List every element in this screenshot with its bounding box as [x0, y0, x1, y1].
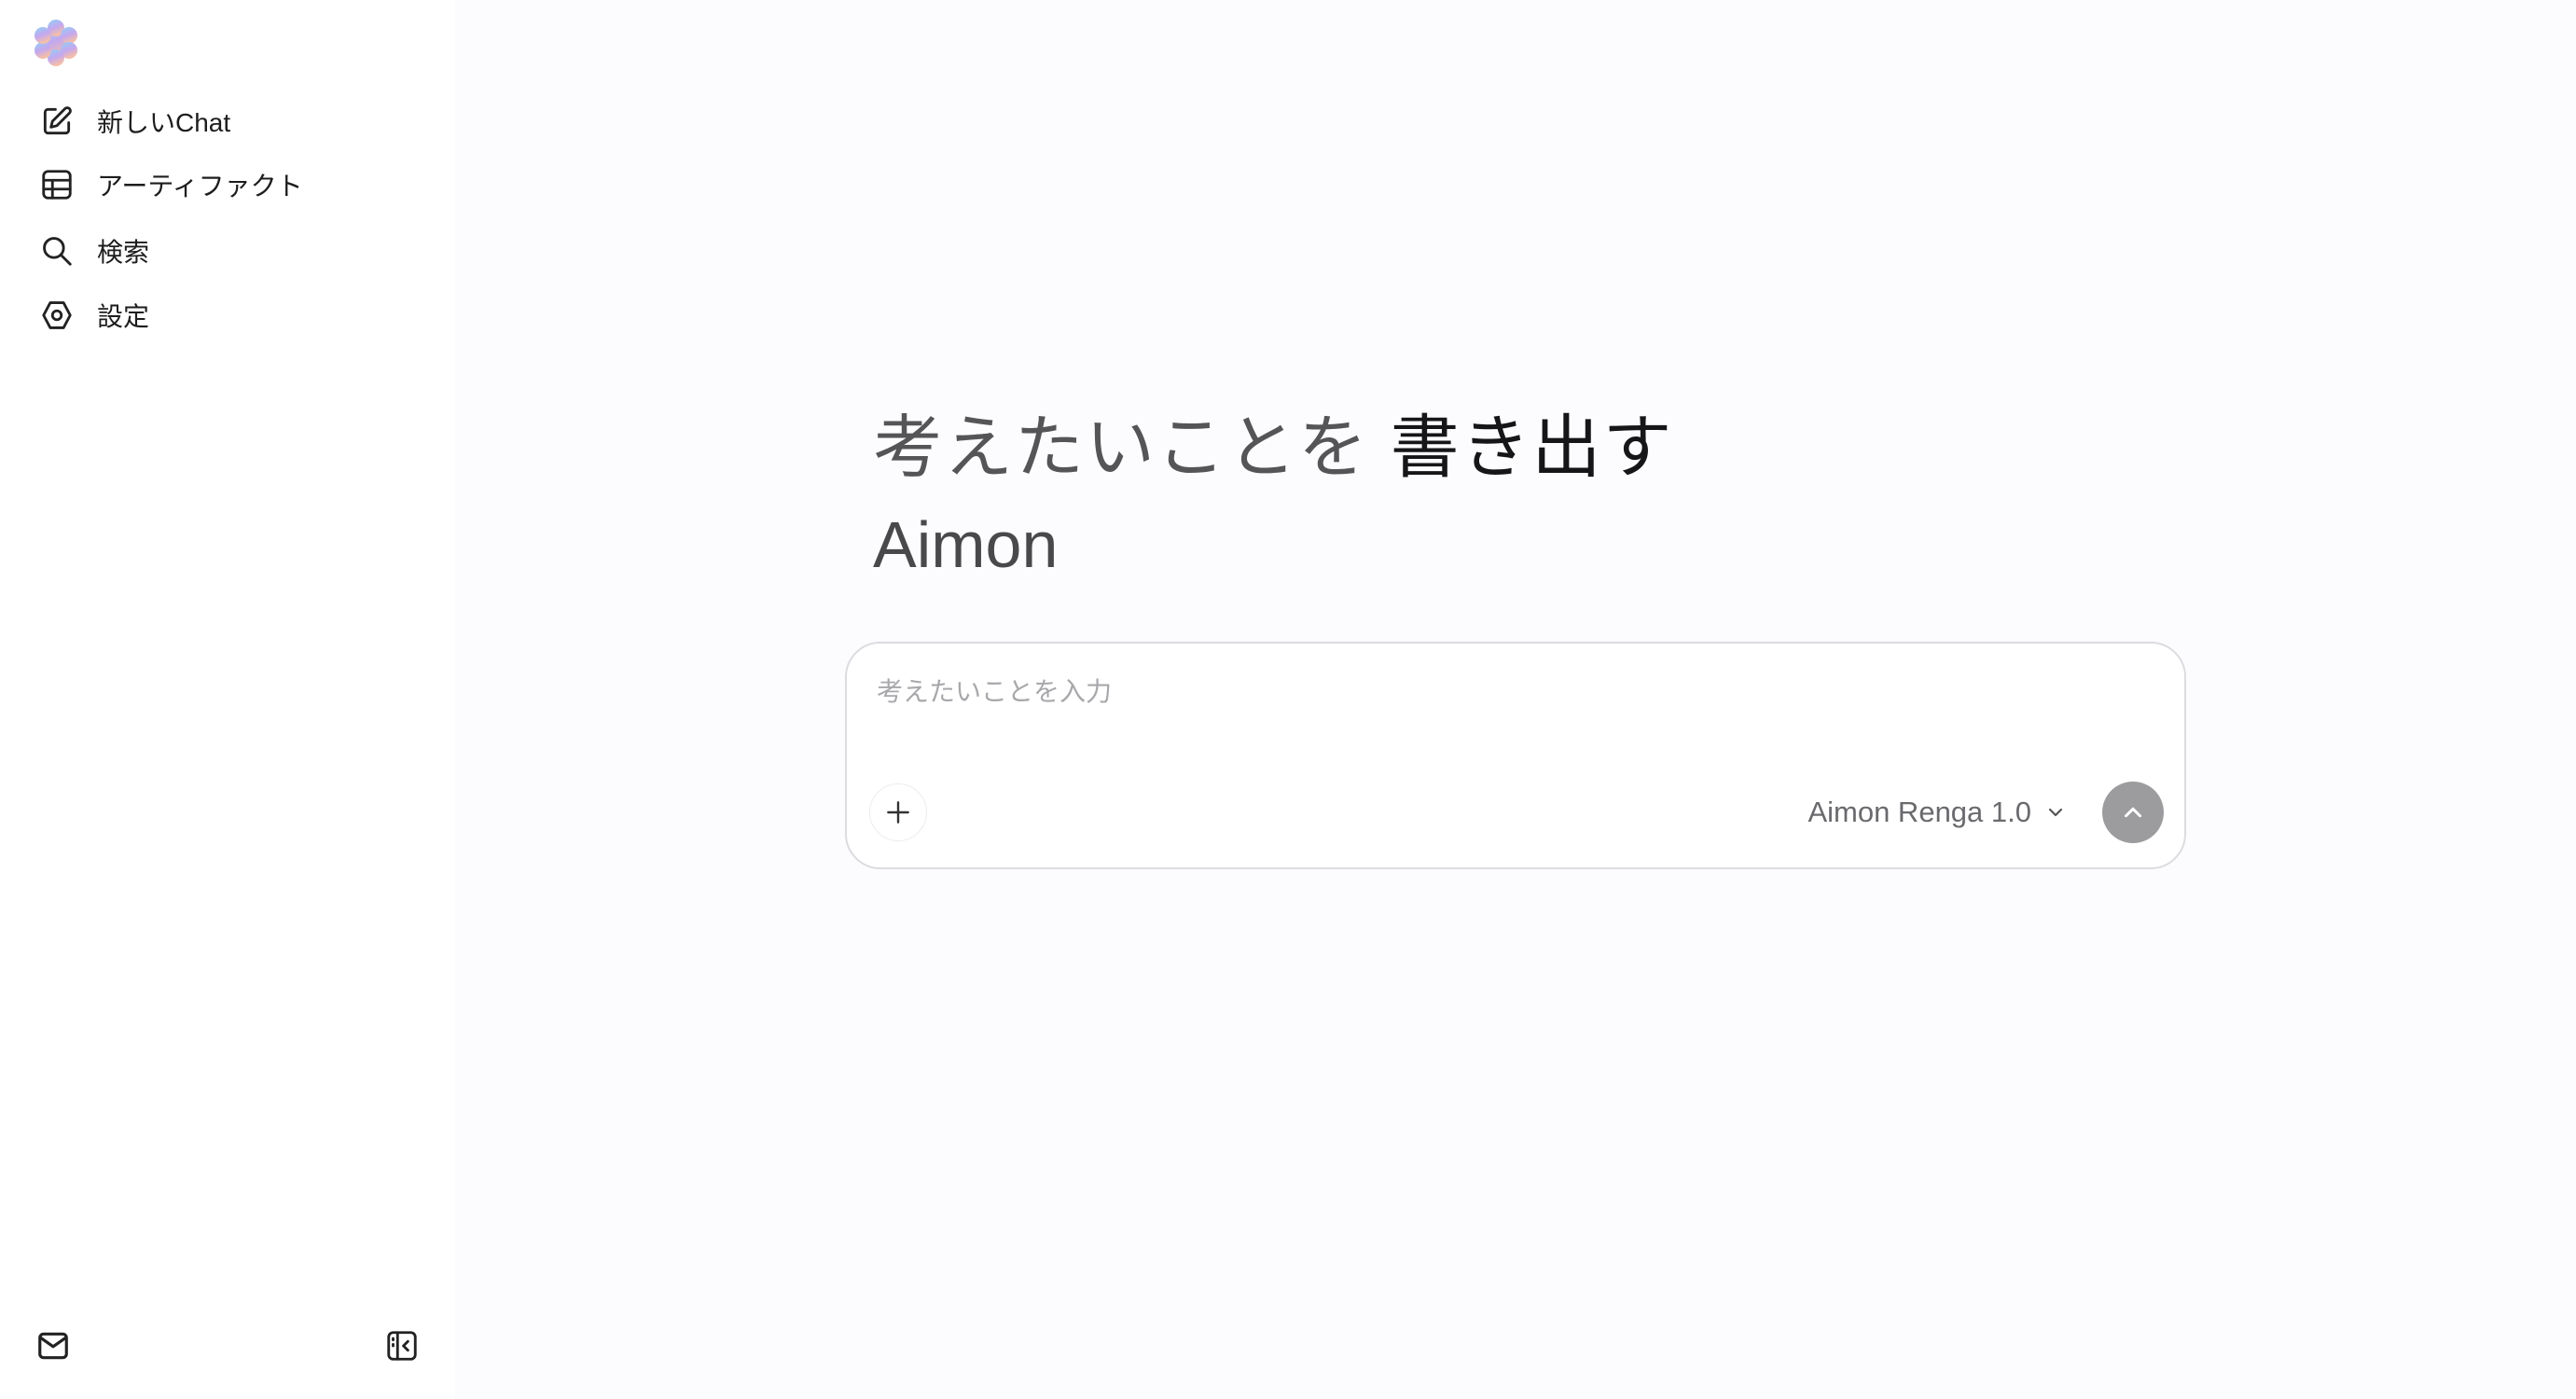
chat-composer: Aimon Renga 1.0: [845, 642, 2186, 869]
plus-icon: [887, 801, 909, 824]
table-icon: [35, 163, 78, 206]
flower-logo-icon[interactable]: [32, 19, 80, 67]
chevron-down-icon: [2048, 808, 2063, 817]
hero-line-1: 考えたいことを 書き出す: [873, 401, 1674, 494]
model-label: Aimon Renga 1.0: [1807, 796, 2031, 828]
sidebar: 新しいChat アーティファクト 検索 設定: [0, 0, 455, 1399]
send-button[interactable]: [2102, 782, 2164, 843]
sidebar-item-label: 設定: [97, 302, 150, 331]
chat-input[interactable]: [877, 664, 2145, 720]
sidebar-toggle-icon[interactable]: [381, 1324, 423, 1367]
sidebar-item-settings[interactable]: 設定: [35, 289, 149, 341]
sidebar-item-label: アーティファクト: [97, 172, 303, 201]
sidebar-item-label: 新しいChat: [97, 108, 231, 137]
add-attachment-button[interactable]: [869, 783, 927, 841]
hero-muted-text: 考えたいことを: [873, 409, 1391, 486]
sidebar-item-search[interactable]: 検索: [35, 225, 149, 277]
hero-brand-text: Aimon: [873, 508, 1059, 581]
model-selector[interactable]: Aimon Renga 1.0: [1807, 791, 2067, 834]
settings-icon: [35, 294, 78, 337]
sidebar-item-new-chat[interactable]: 新しいChat: [35, 95, 230, 147]
hero-heading: 考えたいことを 書き出す Aimon: [873, 401, 1674, 595]
sidebar-item-label: 検索: [97, 238, 150, 267]
edit-icon: [35, 100, 78, 143]
sidebar-item-artifacts[interactable]: アーティファクト: [35, 159, 303, 211]
hero-strong-text: 書き出す: [1390, 409, 1674, 486]
search-icon: [35, 229, 78, 272]
mail-icon[interactable]: [32, 1324, 75, 1367]
chevron-up-icon: [2125, 807, 2141, 818]
